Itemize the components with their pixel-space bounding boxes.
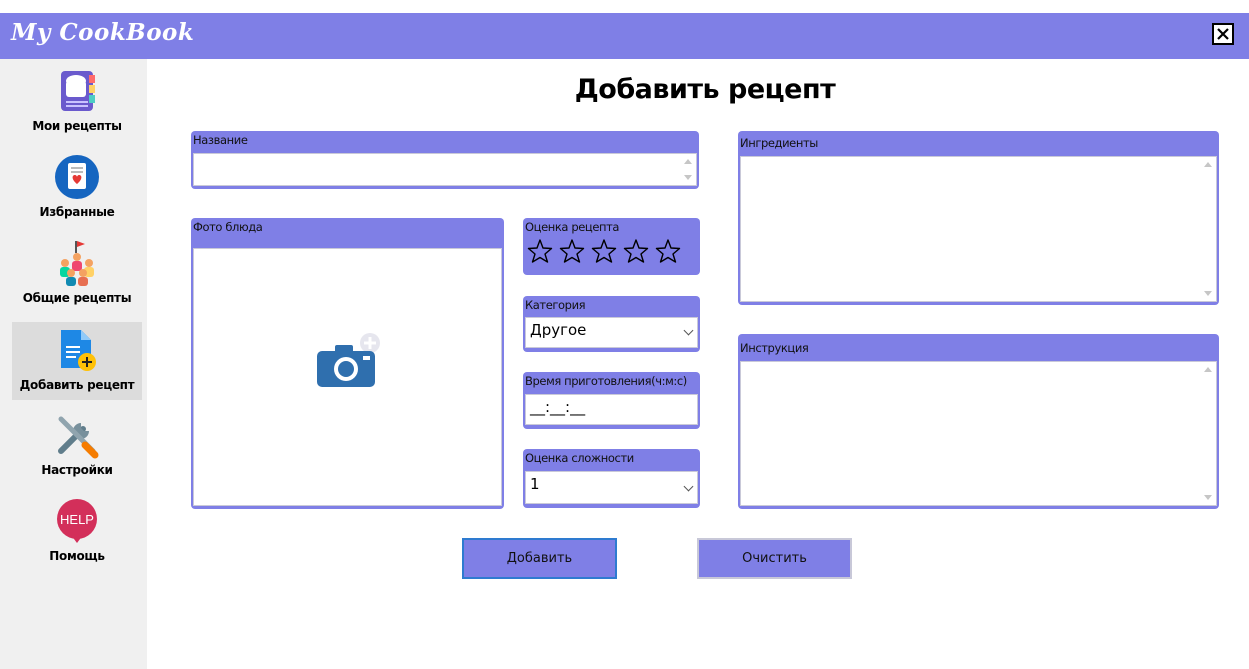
sidebar-item-add-recipe[interactable]: Добавить рецепт bbox=[12, 322, 142, 400]
instructions-group: Инструкция bbox=[738, 334, 1219, 509]
add-button[interactable]: Добавить bbox=[462, 538, 617, 579]
time-input[interactable]: __:__:__ bbox=[525, 394, 698, 425]
sidebar-item-my-recipes[interactable]: Мои рецепты bbox=[12, 67, 142, 145]
clear-button[interactable]: Очистить bbox=[697, 538, 852, 579]
photo-label: Фото блюда bbox=[193, 220, 263, 234]
star-icon[interactable] bbox=[527, 238, 553, 264]
photo-drop-area[interactable] bbox=[193, 248, 502, 506]
sidebar: Мои рецепты Избранные Общие рецепты Доба… bbox=[0, 59, 147, 669]
difficulty-label: Оценка сложности bbox=[525, 451, 634, 465]
star-icon[interactable] bbox=[559, 238, 585, 264]
instructions-scrollbar[interactable] bbox=[1201, 361, 1215, 506]
name-scrollbar[interactable] bbox=[681, 153, 695, 186]
star-icon[interactable] bbox=[591, 238, 617, 264]
category-value: Другое bbox=[530, 321, 587, 339]
difficulty-select[interactable]: 1 bbox=[525, 471, 698, 504]
category-label: Категория bbox=[525, 298, 586, 312]
time-value: __:__:__ bbox=[530, 398, 586, 416]
add-photo-camera-icon bbox=[317, 333, 380, 387]
instructions-textarea[interactable] bbox=[740, 361, 1217, 506]
photo-group: Фото блюда bbox=[191, 218, 504, 509]
tools-icon bbox=[58, 416, 99, 459]
community-icon bbox=[60, 241, 94, 286]
sidebar-item-favorites[interactable]: Избранные bbox=[12, 153, 142, 231]
name-group: Название bbox=[191, 131, 699, 189]
sidebar-item-shared-recipes[interactable]: Общие рецепты bbox=[12, 239, 142, 317]
sidebar-item-label: Мои рецепты bbox=[32, 119, 122, 133]
sidebar-item-help[interactable]: HELP Помощь bbox=[12, 497, 142, 575]
favorite-recipe-icon bbox=[55, 155, 99, 199]
chevron-down-icon bbox=[683, 325, 694, 336]
page-title: Добавить рецепт bbox=[574, 74, 836, 105]
rating-group: Оценка рецепта bbox=[523, 218, 700, 275]
star-icon[interactable] bbox=[655, 238, 681, 264]
sidebar-item-label: Избранные bbox=[39, 205, 115, 219]
ingredients-label: Ингредиенты bbox=[740, 136, 818, 150]
title-bar: My CookBook bbox=[0, 13, 1249, 59]
chevron-down-icon bbox=[683, 481, 694, 492]
difficulty-group: Оценка сложности 1 bbox=[523, 449, 700, 508]
ingredients-textarea[interactable] bbox=[740, 156, 1217, 302]
category-group: Категория Другое bbox=[523, 296, 700, 352]
close-button[interactable] bbox=[1212, 23, 1234, 45]
name-input[interactable] bbox=[193, 153, 697, 186]
sidebar-item-settings[interactable]: Настройки bbox=[12, 411, 142, 489]
app-title: My CookBook bbox=[11, 19, 195, 46]
time-label: Время приготовления(ч:м:с) bbox=[525, 374, 687, 388]
rating-stars bbox=[527, 238, 681, 264]
category-select[interactable]: Другое bbox=[525, 317, 698, 348]
sidebar-item-label: Помощь bbox=[49, 549, 105, 563]
rating-label: Оценка рецепта bbox=[525, 220, 620, 234]
instructions-label: Инструкция bbox=[740, 341, 809, 355]
star-icon[interactable] bbox=[623, 238, 649, 264]
sidebar-item-label: Добавить рецепт bbox=[19, 378, 135, 392]
sidebar-item-label: Общие рецепты bbox=[22, 291, 132, 305]
name-label: Название bbox=[193, 133, 248, 147]
time-group: Время приготовления(ч:м:с) __:__:__ bbox=[523, 372, 700, 429]
recipe-book-icon bbox=[61, 71, 95, 111]
sidebar-item-label: Настройки bbox=[41, 463, 113, 477]
ingredients-group: Ингредиенты bbox=[738, 131, 1219, 305]
close-icon bbox=[1217, 28, 1229, 40]
difficulty-value: 1 bbox=[530, 475, 540, 493]
help-badge-text: HELP bbox=[60, 512, 94, 527]
add-document-icon bbox=[61, 330, 96, 371]
ingredients-scrollbar[interactable] bbox=[1201, 156, 1215, 302]
help-icon: HELP bbox=[57, 499, 97, 543]
